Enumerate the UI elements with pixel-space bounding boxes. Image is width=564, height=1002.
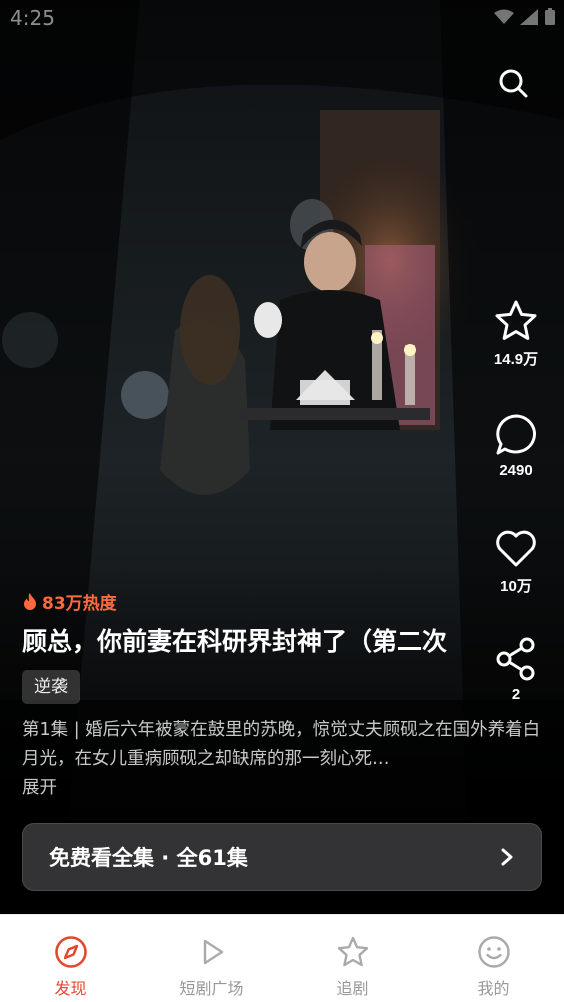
play-icon [203, 939, 223, 965]
nav-label: 追剧 [336, 979, 369, 998]
star-icon [337, 936, 368, 967]
comment-count: 2490 [499, 462, 533, 479]
wifi-icon [494, 9, 514, 24]
favorite-count: 14.9万 [493, 351, 539, 368]
episode-description[interactable]: 第1集 | 婚后六年被蒙在鼓里的苏晚，惊觉丈夫顾砚之在国外养着白月光，在女儿重病… [22, 716, 542, 802]
flame-icon [24, 593, 36, 610]
compass-icon [54, 936, 87, 968]
battery-icon [545, 8, 555, 25]
expand-link[interactable]: 展开 [22, 774, 542, 802]
search-icon [499, 69, 528, 98]
nav-mine[interactable]: 我的 [423, 915, 564, 1002]
nav-label: 发现 [54, 979, 87, 998]
heart-icon [496, 530, 536, 567]
smile-icon [477, 936, 510, 968]
comment-icon [496, 414, 536, 455]
heat-indicator: 83万热度 [22, 588, 542, 614]
search-button[interactable] [492, 62, 534, 104]
nav-drama-square[interactable]: 短剧广场 [141, 915, 282, 1002]
bottom-nav: 发现 短剧广场 追剧 我的 [0, 914, 564, 1002]
video-info: 83万热度 顾总，你前妻在科研界封神了（第二次 逆袭 第1集 | 婚后六年被蒙在… [22, 588, 542, 802]
nav-label: 短剧广场 [179, 979, 244, 998]
genre-tag[interactable]: 逆袭 [22, 670, 80, 704]
status-bar: 4:25 [0, 0, 564, 40]
nav-discover[interactable]: 发现 [0, 915, 141, 1002]
watch-all-button[interactable]: 免费看全集 · 全61集 [22, 823, 542, 891]
comment-action[interactable]: 2490 [481, 412, 551, 479]
favorite-action[interactable]: 14.9万 [481, 298, 551, 369]
video-player[interactable]: 4:25 14.9万 2490 10万 2 83万热度 顾总，你前妻在科研界封神… [0, 0, 564, 914]
watch-all-label: 免费看全集 · 全61集 [49, 846, 248, 870]
drama-title[interactable]: 顾总，你前妻在科研界封神了（第二次 [22, 624, 512, 660]
nav-label: 我的 [477, 979, 510, 998]
status-time: 4:25 [10, 6, 55, 30]
chevron-right-icon [501, 848, 513, 866]
star-icon [495, 300, 537, 340]
like-action[interactable]: 10万 [481, 525, 551, 596]
heat-text: 83万热度 [42, 593, 117, 614]
status-icons [494, 8, 556, 26]
signal-icon [520, 9, 538, 25]
nav-follow[interactable]: 追剧 [282, 915, 423, 1002]
description-text: 第1集 | 婚后六年被蒙在鼓里的苏晚，惊觉丈夫顾砚之在国外养着白月光，在女儿重病… [22, 720, 541, 769]
